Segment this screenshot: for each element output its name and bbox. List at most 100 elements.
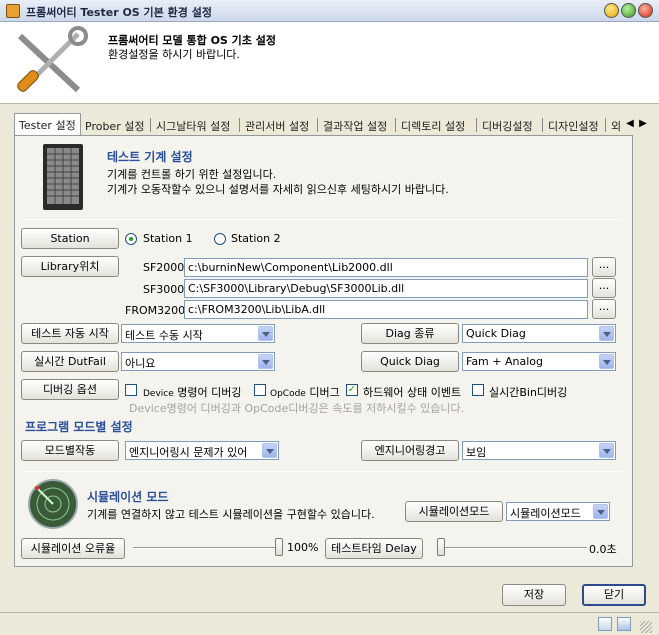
status-indicator-icon bbox=[598, 617, 612, 631]
station-1-label[interactable]: Station 1 bbox=[143, 232, 193, 245]
simulation-mode-select[interactable]: 시뮬레이션모드 bbox=[506, 502, 610, 521]
station-2-label[interactable]: Station 2 bbox=[231, 232, 281, 245]
debug-hardware-event-checkbox[interactable]: ✓ bbox=[346, 384, 358, 396]
debug-opcode-text: 디버그 bbox=[309, 386, 340, 399]
header-banner: 프롬써어티 모델 통합 OS 기초 설정 환경설정을 하시기 바랍니다. bbox=[0, 22, 659, 104]
diag-type-select[interactable]: Quick Diag bbox=[462, 324, 616, 343]
tab-prober[interactable]: Prober 설정 bbox=[81, 115, 148, 135]
chevron-down-icon[interactable] bbox=[599, 354, 614, 369]
tab-result-work[interactable]: 결과작업 설정 bbox=[319, 115, 391, 135]
tab-management-server[interactable]: 관리서버 설정 bbox=[241, 115, 313, 135]
title-bar: 프롬써어티 Tester OS 기본 환경 설정 bbox=[0, 0, 659, 22]
tools-icon bbox=[17, 26, 88, 93]
debug-hardware-event-label[interactable]: 하드웨어 상태 이벤트 bbox=[363, 384, 461, 400]
test-autostart-select[interactable]: 테스트 수동 시작 bbox=[121, 324, 275, 343]
chevron-down-icon[interactable] bbox=[262, 443, 277, 458]
test-autostart-button[interactable]: 테스트 자동 시작 bbox=[21, 323, 119, 344]
station-1-radio[interactable] bbox=[125, 233, 137, 245]
status-indicator-icon bbox=[617, 617, 631, 631]
quick-diag-button[interactable]: Quick Diag bbox=[361, 351, 459, 372]
header-subtitle: 환경설정을 하시기 바랍니다. bbox=[108, 48, 240, 61]
machine-section-title: 테스트 기계 설정 bbox=[107, 150, 193, 164]
browse-sf2000-button[interactable]: ... bbox=[592, 257, 616, 277]
debug-note: Device명령어 디버깅과 OpCode디버깅은 속도를 저하시킬수 있습니다… bbox=[129, 402, 465, 415]
simulation-desc: 기계를 연결하지 않고 테스트 시뮬레이션을 구현할수 있습니다. bbox=[87, 508, 375, 521]
machine-desc-1: 기계를 컨트롤 하기 위한 설정입니다. bbox=[107, 168, 277, 181]
test-time-delay-button[interactable]: 테스트타임 Delay bbox=[325, 538, 423, 559]
debug-device-checkbox[interactable] bbox=[125, 384, 137, 396]
engineering-warning-value: 보임 bbox=[466, 446, 487, 459]
mode-operation-button[interactable]: 모드별작동 bbox=[21, 440, 119, 461]
close-window-button[interactable] bbox=[638, 3, 653, 18]
library-label-sf2000: SF2000 bbox=[143, 261, 185, 274]
simulation-error-rate-value: 100% bbox=[287, 541, 319, 554]
tab-debugging[interactable]: 디버깅설정 bbox=[478, 115, 537, 135]
tab-signal-tower[interactable]: 시그날타워 설정 bbox=[152, 115, 234, 135]
window-title: 프롬써어티 Tester OS 기본 환경 설정 bbox=[26, 6, 212, 19]
chevron-down-icon[interactable] bbox=[593, 504, 608, 519]
chevron-down-icon[interactable] bbox=[599, 326, 614, 341]
realtime-dutfail-button[interactable]: 실시간 DutFail bbox=[21, 351, 119, 372]
server-rack-icon bbox=[43, 144, 83, 210]
realtime-dutfail-value: 아니요 bbox=[125, 357, 156, 370]
status-bar bbox=[0, 612, 659, 635]
realtime-dutfail-select[interactable]: 아니요 bbox=[121, 352, 275, 371]
debug-device-text: 명령어 디버깅 bbox=[177, 386, 242, 399]
divider bbox=[21, 471, 621, 472]
station-button[interactable]: Station bbox=[21, 228, 119, 249]
mode-operation-value: 엔지니어링시 문제가 있어 bbox=[129, 446, 248, 459]
library-path-from3200[interactable]: c:\FROM3200\Lib\LibA.dll bbox=[184, 300, 588, 319]
tab-directory[interactable]: 디렉토리 설정 bbox=[397, 115, 469, 135]
test-autostart-value: 테스트 수동 시작 bbox=[125, 329, 203, 342]
simulation-section-title: 시뮬레이션 모드 bbox=[87, 490, 169, 504]
slider-thumb[interactable] bbox=[437, 538, 445, 556]
debug-realtime-bin-label[interactable]: 실시간Bin디버깅 bbox=[489, 384, 567, 400]
library-label-from3200: FROM3200 bbox=[125, 304, 186, 317]
tester-settings-panel: 테스트 기계 설정 기계를 컨트롤 하기 위한 설정입니다. 기계가 오동작할수… bbox=[14, 135, 633, 567]
station-2-radio[interactable] bbox=[214, 233, 226, 245]
slider-track bbox=[437, 547, 587, 549]
simulation-radar-icon bbox=[28, 479, 78, 529]
mode-operation-select[interactable]: 엔지니어링시 문제가 있어 bbox=[125, 441, 279, 460]
debug-opcode-label[interactable]: OpCode 디버그 bbox=[270, 384, 340, 400]
divider bbox=[21, 219, 621, 220]
diag-type-button[interactable]: Diag 종류 bbox=[361, 323, 459, 344]
test-time-delay-value: 0.0초 bbox=[589, 543, 617, 556]
library-path-sf3000[interactable]: C:\SF3000\Library\Debug\SF3000Lib.dll bbox=[184, 279, 588, 298]
simulation-error-rate-slider[interactable] bbox=[133, 537, 283, 559]
program-mode-section-title: 프로그램 모드별 설정 bbox=[25, 420, 133, 434]
save-button[interactable]: 저장 bbox=[502, 584, 566, 606]
debug-device-label[interactable]: Device 명령어 디버깅 bbox=[143, 384, 242, 400]
chevron-down-icon[interactable] bbox=[258, 326, 273, 341]
browse-sf3000-button[interactable]: ... bbox=[592, 278, 616, 298]
debug-options-button[interactable]: 디버깅 옵션 bbox=[21, 379, 119, 400]
debug-device-prefix: Device bbox=[143, 389, 174, 399]
debug-opcode-prefix: OpCode bbox=[270, 389, 306, 399]
diag-type-value: Quick Diag bbox=[466, 327, 526, 340]
quick-diag-select[interactable]: Fam + Analog bbox=[462, 352, 616, 371]
simulation-mode-button[interactable]: 시뮬레이션모드 bbox=[405, 501, 503, 522]
browse-from3200-button[interactable]: ... bbox=[592, 299, 616, 319]
library-label-sf3000: SF3000 bbox=[143, 283, 185, 296]
slider-track bbox=[133, 547, 283, 549]
tab-scroll-right-icon[interactable]: ▶ bbox=[636, 118, 650, 132]
debug-realtime-bin-checkbox[interactable] bbox=[472, 384, 484, 396]
tab-tester[interactable]: Tester 설정 bbox=[14, 113, 81, 135]
simulation-mode-value: 시뮬레이션모드 bbox=[510, 507, 581, 520]
minimize-button[interactable] bbox=[604, 3, 619, 18]
test-time-delay-slider[interactable] bbox=[437, 537, 587, 559]
library-path-sf2000[interactable]: c:\burninNew\Component\Lib2000.dll bbox=[184, 258, 588, 277]
debug-opcode-checkbox[interactable] bbox=[254, 384, 266, 396]
chevron-down-icon[interactable] bbox=[258, 354, 273, 369]
quick-diag-value: Fam + Analog bbox=[466, 355, 543, 368]
tab-design[interactable]: 디자인설정 bbox=[544, 115, 603, 135]
slider-thumb[interactable] bbox=[275, 538, 283, 556]
chevron-down-icon[interactable] bbox=[599, 443, 614, 458]
library-location-button[interactable]: Library위치 bbox=[21, 256, 119, 277]
close-button[interactable]: 닫기 bbox=[582, 584, 646, 606]
maximize-button[interactable] bbox=[621, 3, 636, 18]
resize-grip-icon[interactable] bbox=[640, 621, 652, 633]
engineering-warning-button[interactable]: 엔지니어링경고 bbox=[361, 440, 459, 461]
engineering-warning-select[interactable]: 보임 bbox=[462, 441, 616, 460]
simulation-error-rate-button[interactable]: 시뮬레이션 오류율 bbox=[21, 538, 125, 559]
